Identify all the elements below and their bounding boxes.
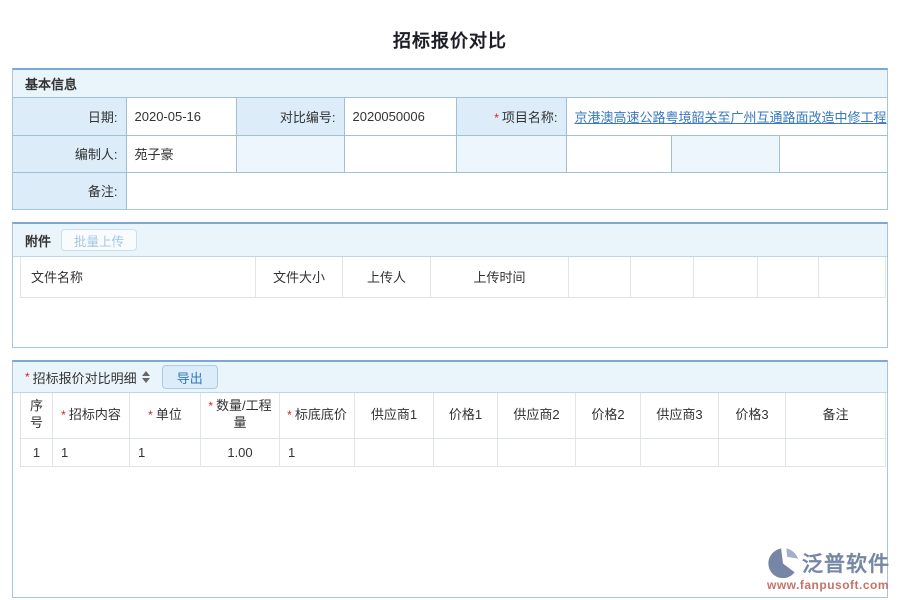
attach-col-empty <box>569 257 631 297</box>
vendor-watermark: 泛普软件 www.fanpusoft.com <box>767 547 890 592</box>
project-name-link[interactable]: 京港澳高速公路粤境韶关至广州互通路面改造中修工程 <box>575 110 887 125</box>
detail-col-price3: 价格3 <box>719 393 786 438</box>
attach-col-filename: 文件名称 <box>21 257 256 297</box>
attach-col-empty <box>631 257 694 297</box>
vendor-url: www.fanpusoft.com <box>767 578 890 592</box>
cell-baseprice: 1 <box>280 438 355 466</box>
detail-col-remark: 备注 <box>786 393 886 438</box>
preparer-value: 苑子豪 <box>126 135 236 172</box>
detail-col-content: *招标内容 <box>53 393 130 438</box>
empty-cell <box>671 135 779 172</box>
empty-cell <box>779 135 887 172</box>
cell-content: 1 <box>53 438 130 466</box>
bid-price-comparison-page: 招标报价对比 基本信息 日期: 2020-05-16 对比编号: 2020050… <box>0 0 900 600</box>
detail-col-quantity: *数量/工程量 <box>201 393 280 438</box>
required-asterisk: * <box>208 399 213 413</box>
attachments-title: 附件 <box>25 231 51 250</box>
attachments-header-row: 文件名称 文件大小 上传人 上传时间 <box>21 257 886 297</box>
detail-title: 招标报价对比明细 <box>33 368 137 387</box>
required-asterisk: * <box>25 370 30 384</box>
fanpu-logo-icon <box>767 547 799 579</box>
empty-cell <box>236 135 344 172</box>
date-label: 日期: <box>13 98 126 135</box>
compare-no-value: 2020050006 <box>344 98 456 135</box>
detail-col-unit: *单位 <box>130 393 201 438</box>
detail-col-seq: 序号 <box>21 393 53 438</box>
basic-info-section: 基本信息 日期: 2020-05-16 对比编号: 2020050006 *项目… <box>12 68 888 210</box>
basic-info-section-header: 基本信息 <box>13 70 887 98</box>
cell-quantity: 1.00 <box>201 438 280 466</box>
basic-info-row-1: 日期: 2020-05-16 对比编号: 2020050006 *项目名称: 京… <box>13 98 887 135</box>
attach-col-empty <box>758 257 819 297</box>
attachments-table: 文件名称 文件大小 上传人 上传时间 <box>20 257 886 298</box>
detail-col-supplier2: 供应商2 <box>498 393 576 438</box>
attach-col-empty <box>694 257 758 297</box>
empty-cell <box>566 135 671 172</box>
cell-remark <box>786 438 886 466</box>
attach-col-uploadtime: 上传时间 <box>431 257 569 297</box>
page-title: 招标报价对比 <box>0 0 900 68</box>
detail-section: * 招标报价对比明细 导出 序号 *招标内容 *单位 *数量/工程量 *标底底价… <box>12 360 888 598</box>
remark-value <box>126 172 887 209</box>
cell-seq: 1 <box>21 438 53 466</box>
empty-cell <box>456 135 566 172</box>
required-asterisk: * <box>494 111 499 125</box>
project-name-label: *项目名称: <box>456 98 566 135</box>
cell-supplier1 <box>355 438 434 466</box>
detail-section-header: * 招标报价对比明细 导出 <box>13 362 887 393</box>
required-asterisk: * <box>287 408 292 422</box>
cell-price1 <box>434 438 498 466</box>
cell-supplier3 <box>641 438 719 466</box>
detail-col-supplier3: 供应商3 <box>641 393 719 438</box>
export-button[interactable]: 导出 <box>162 365 218 389</box>
detail-header-row: 序号 *招标内容 *单位 *数量/工程量 *标底底价 供应商1 价格1 供应商2… <box>21 393 886 438</box>
detail-col-price2: 价格2 <box>576 393 641 438</box>
basic-info-table: 日期: 2020-05-16 对比编号: 2020050006 *项目名称: 京… <box>13 98 887 209</box>
detail-col-price1: 价格1 <box>434 393 498 438</box>
detail-table: 序号 *招标内容 *单位 *数量/工程量 *标底底价 供应商1 价格1 供应商2… <box>20 393 886 467</box>
cell-unit: 1 <box>130 438 201 466</box>
date-value: 2020-05-16 <box>126 98 236 135</box>
vendor-brand-row: 泛普软件 <box>767 547 890 579</box>
required-asterisk: * <box>148 408 153 422</box>
attachments-section-header: 附件 批量上传 <box>13 224 887 257</box>
cell-supplier2 <box>498 438 576 466</box>
cell-price2 <box>576 438 641 466</box>
basic-info-row-3: 备注: <box>13 172 887 209</box>
required-asterisk: * <box>61 408 66 422</box>
basic-info-title: 基本信息 <box>25 74 77 93</box>
basic-info-row-2: 编制人: 苑子豪 <box>13 135 887 172</box>
preparer-label: 编制人: <box>13 135 126 172</box>
attach-col-empty <box>819 257 886 297</box>
project-name-cell: 京港澳高速公路粤境韶关至广州互通路面改造中修工程 <box>566 98 887 135</box>
attach-col-uploader: 上传人 <box>343 257 431 297</box>
attach-col-filesize: 文件大小 <box>256 257 343 297</box>
empty-cell <box>344 135 456 172</box>
sort-toggle-icon[interactable] <box>142 371 150 383</box>
compare-no-label: 对比编号: <box>236 98 344 135</box>
remark-label: 备注: <box>13 172 126 209</box>
batch-upload-button[interactable]: 批量上传 <box>61 229 137 251</box>
cell-price3 <box>719 438 786 466</box>
detail-data-row: 1 1 1 1.00 1 <box>21 438 886 466</box>
detail-col-baseprice: *标底底价 <box>280 393 355 438</box>
detail-col-supplier1: 供应商1 <box>355 393 434 438</box>
vendor-brand-text: 泛普软件 <box>802 548 890 578</box>
attachments-section: 附件 批量上传 文件名称 文件大小 上传人 上传时间 <box>12 222 888 348</box>
